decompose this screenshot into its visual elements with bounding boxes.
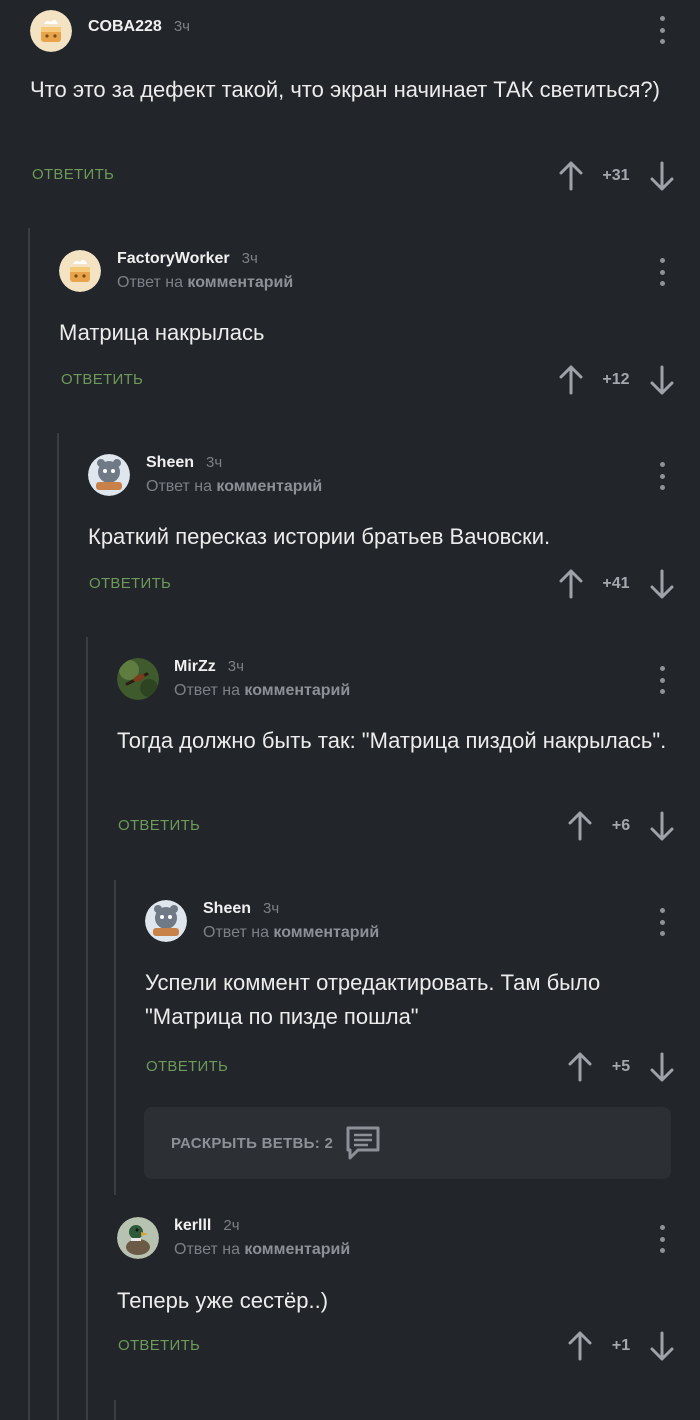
comment-time: 2ч [223, 1217, 240, 1234]
more-menu-icon[interactable] [654, 1225, 670, 1253]
comment-score: +1 [611, 1337, 631, 1354]
upvote-icon[interactable] [558, 569, 584, 599]
downvote-icon[interactable] [649, 1331, 675, 1361]
comment-text: Теперь уже сестёр..) [117, 1288, 329, 1313]
comment: FactoryWorker 3ч Ответ на комментарий Мат… [0, 240, 700, 410]
more-menu-icon[interactable] [654, 666, 670, 694]
reply-to-link[interactable]: комментарий [273, 924, 379, 941]
comment: Sheen 3ч Ответ на комментарий Успели комм… [0, 890, 700, 1100]
expand-branch-label: РАСКРЫТЬ ВЕТВЬ: 2 [171, 1135, 334, 1152]
comment-icon [344, 1124, 382, 1162]
comment-author[interactable]: COBA228 3ч [88, 18, 190, 36]
reply-to-label: Ответ на комментарий [174, 682, 350, 700]
comment-score: +6 [611, 817, 631, 834]
author-name[interactable]: Sheen [203, 900, 251, 917]
comment-author[interactable]: Sheen 3ч [203, 900, 279, 918]
reply-to-prefix: Ответ на [174, 1241, 240, 1258]
reply-to-link[interactable]: комментарий [244, 1241, 350, 1258]
reply-to-link[interactable]: комментарий [216, 478, 322, 495]
reply-button[interactable]: ОТВЕТИТЬ [146, 1058, 228, 1075]
expand-branch-button[interactable]: РАСКРЫТЬ ВЕТВЬ: 2 [144, 1107, 671, 1179]
comment-score: +41 [602, 575, 630, 592]
upvote-icon[interactable] [558, 161, 584, 191]
comment-text: Успели коммент отредактировать. Там было… [145, 970, 601, 1029]
downvote-icon[interactable] [649, 161, 675, 191]
upvote-icon[interactable] [558, 365, 584, 395]
reply-to-link[interactable]: комментарий [244, 682, 350, 699]
comment-author[interactable]: FactoryWorker 3ч [117, 250, 258, 268]
more-menu-icon[interactable] [654, 462, 670, 490]
author-name[interactable]: Sheen [146, 454, 194, 471]
comment-thread: COBA228 3ч Что это за дефект такой, что э… [0, 0, 700, 1420]
comment-time: 3ч [206, 454, 223, 471]
upvote-icon[interactable] [567, 1052, 593, 1082]
comment-author[interactable]: Sheen 3ч [146, 454, 222, 472]
downvote-icon[interactable] [649, 365, 675, 395]
author-name[interactable]: kerlll [174, 1217, 211, 1234]
comment-time: 3ч [241, 250, 258, 267]
user-avatar[interactable] [145, 900, 187, 942]
reply-to-label: Ответ на комментарий [146, 478, 322, 496]
comment: kerlll 2ч Ответ на комментарий Теперь уже… [0, 1207, 700, 1387]
comment-time: 3ч [263, 900, 280, 917]
downvote-icon[interactable] [649, 1052, 675, 1082]
comment: Sheen 3ч Ответ на комментарий Краткий пер… [0, 444, 700, 614]
comment: MirZz 3ч Ответ на комментарий Тогда должн… [0, 648, 700, 858]
user-avatar[interactable] [30, 10, 72, 52]
comment-text: Что это за дефект такой, что экран начин… [30, 77, 660, 102]
comment-score: +5 [611, 1058, 631, 1075]
reply-button[interactable]: ОТВЕТИТЬ [61, 371, 143, 388]
upvote-icon[interactable] [567, 811, 593, 841]
reply-button[interactable]: ОТВЕТИТЬ [32, 166, 114, 183]
upvote-icon[interactable] [567, 1331, 593, 1361]
comment-score: +12 [602, 371, 630, 388]
comment-author[interactable]: kerlll 2ч [174, 1217, 240, 1235]
comment-text: Матрица накрылась [59, 320, 265, 345]
thread-line [114, 1400, 116, 1420]
comment: COBA228 3ч Что это за дефект такой, что э… [0, 0, 700, 200]
user-avatar[interactable] [88, 454, 130, 496]
user-avatar[interactable] [117, 658, 159, 700]
reply-button[interactable]: ОТВЕТИТЬ [89, 575, 171, 592]
comment-time: 3ч [227, 658, 244, 675]
reply-to-prefix: Ответ на [174, 682, 240, 699]
reply-to-label: Ответ на комментарий [174, 1241, 350, 1259]
reply-to-prefix: Ответ на [146, 478, 212, 495]
reply-to-prefix: Ответ на [203, 924, 269, 941]
more-menu-icon[interactable] [654, 16, 670, 44]
reply-to-label: Ответ на комментарий [203, 924, 379, 942]
user-avatar[interactable] [117, 1217, 159, 1259]
user-avatar[interactable] [59, 250, 101, 292]
reply-to-label: Ответ на комментарий [117, 274, 293, 292]
comment-score: +31 [602, 167, 630, 184]
author-name[interactable]: FactoryWorker [117, 250, 230, 267]
comment-time: 3ч [173, 18, 190, 35]
comment-text: Краткий пересказ истории братьев Вачовск… [88, 524, 551, 549]
author-name[interactable]: COBA228 [88, 18, 162, 35]
more-menu-icon[interactable] [654, 258, 670, 286]
reply-to-prefix: Ответ на [117, 274, 183, 291]
downvote-icon[interactable] [649, 569, 675, 599]
reply-button[interactable]: ОТВЕТИТЬ [118, 817, 200, 834]
more-menu-icon[interactable] [654, 908, 670, 936]
comment-author[interactable]: MirZz 3ч [174, 658, 244, 676]
author-name[interactable]: MirZz [174, 658, 216, 675]
comment-text: Тогда должно быть так: "Матрица пиздой н… [117, 728, 667, 753]
reply-button[interactable]: ОТВЕТИТЬ [118, 1337, 200, 1354]
downvote-icon[interactable] [649, 811, 675, 841]
reply-to-link[interactable]: комментарий [187, 274, 293, 291]
